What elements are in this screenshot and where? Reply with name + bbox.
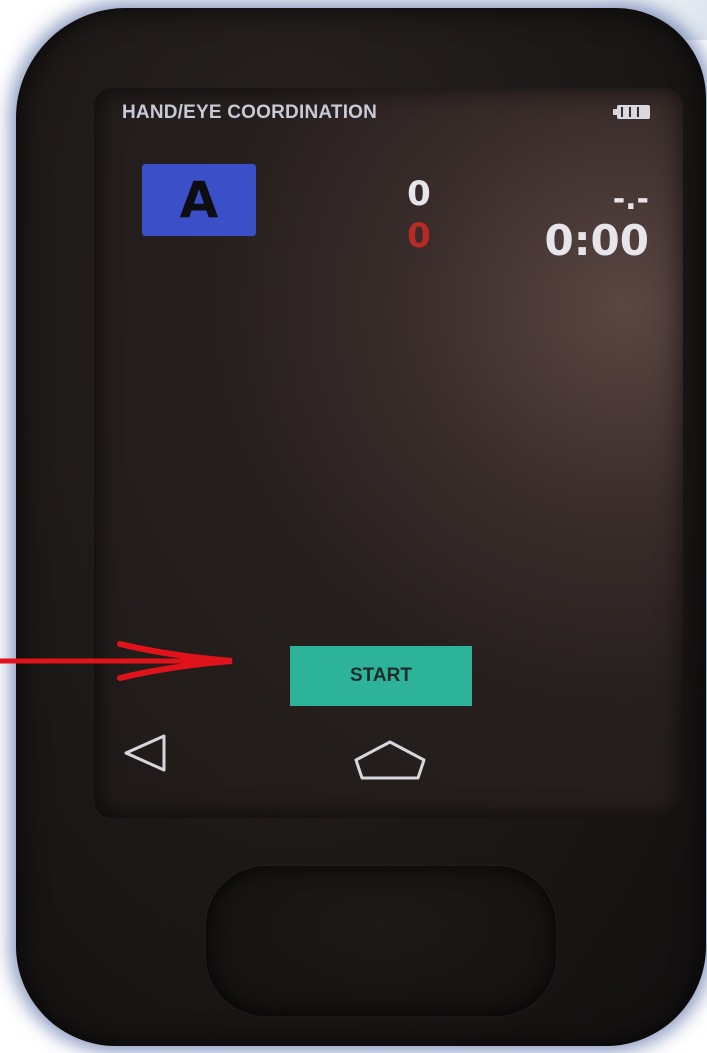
misses-count: 0 [407, 216, 431, 256]
back-triangle-icon[interactable] [116, 728, 176, 778]
home-icon[interactable] [350, 738, 430, 782]
physical-home-button[interactable] [206, 866, 556, 1016]
hits-count: 0 [407, 174, 431, 214]
start-button[interactable]: START [290, 646, 472, 706]
rate-value: -.- [612, 182, 649, 217]
timer-value: 0:00 [544, 216, 649, 265]
device-screen: HAND/EYE COORDINATION A 0 0 -.- 0:00 STA… [94, 88, 683, 818]
handheld-device: HAND/EYE COORDINATION A 0 0 -.- 0:00 STA… [16, 8, 706, 1046]
app-title: HAND/EYE COORDINATION [122, 102, 378, 123]
mode-badge[interactable]: A [142, 164, 256, 236]
battery-icon [613, 105, 650, 119]
annotation-arrow-icon [0, 641, 233, 681]
